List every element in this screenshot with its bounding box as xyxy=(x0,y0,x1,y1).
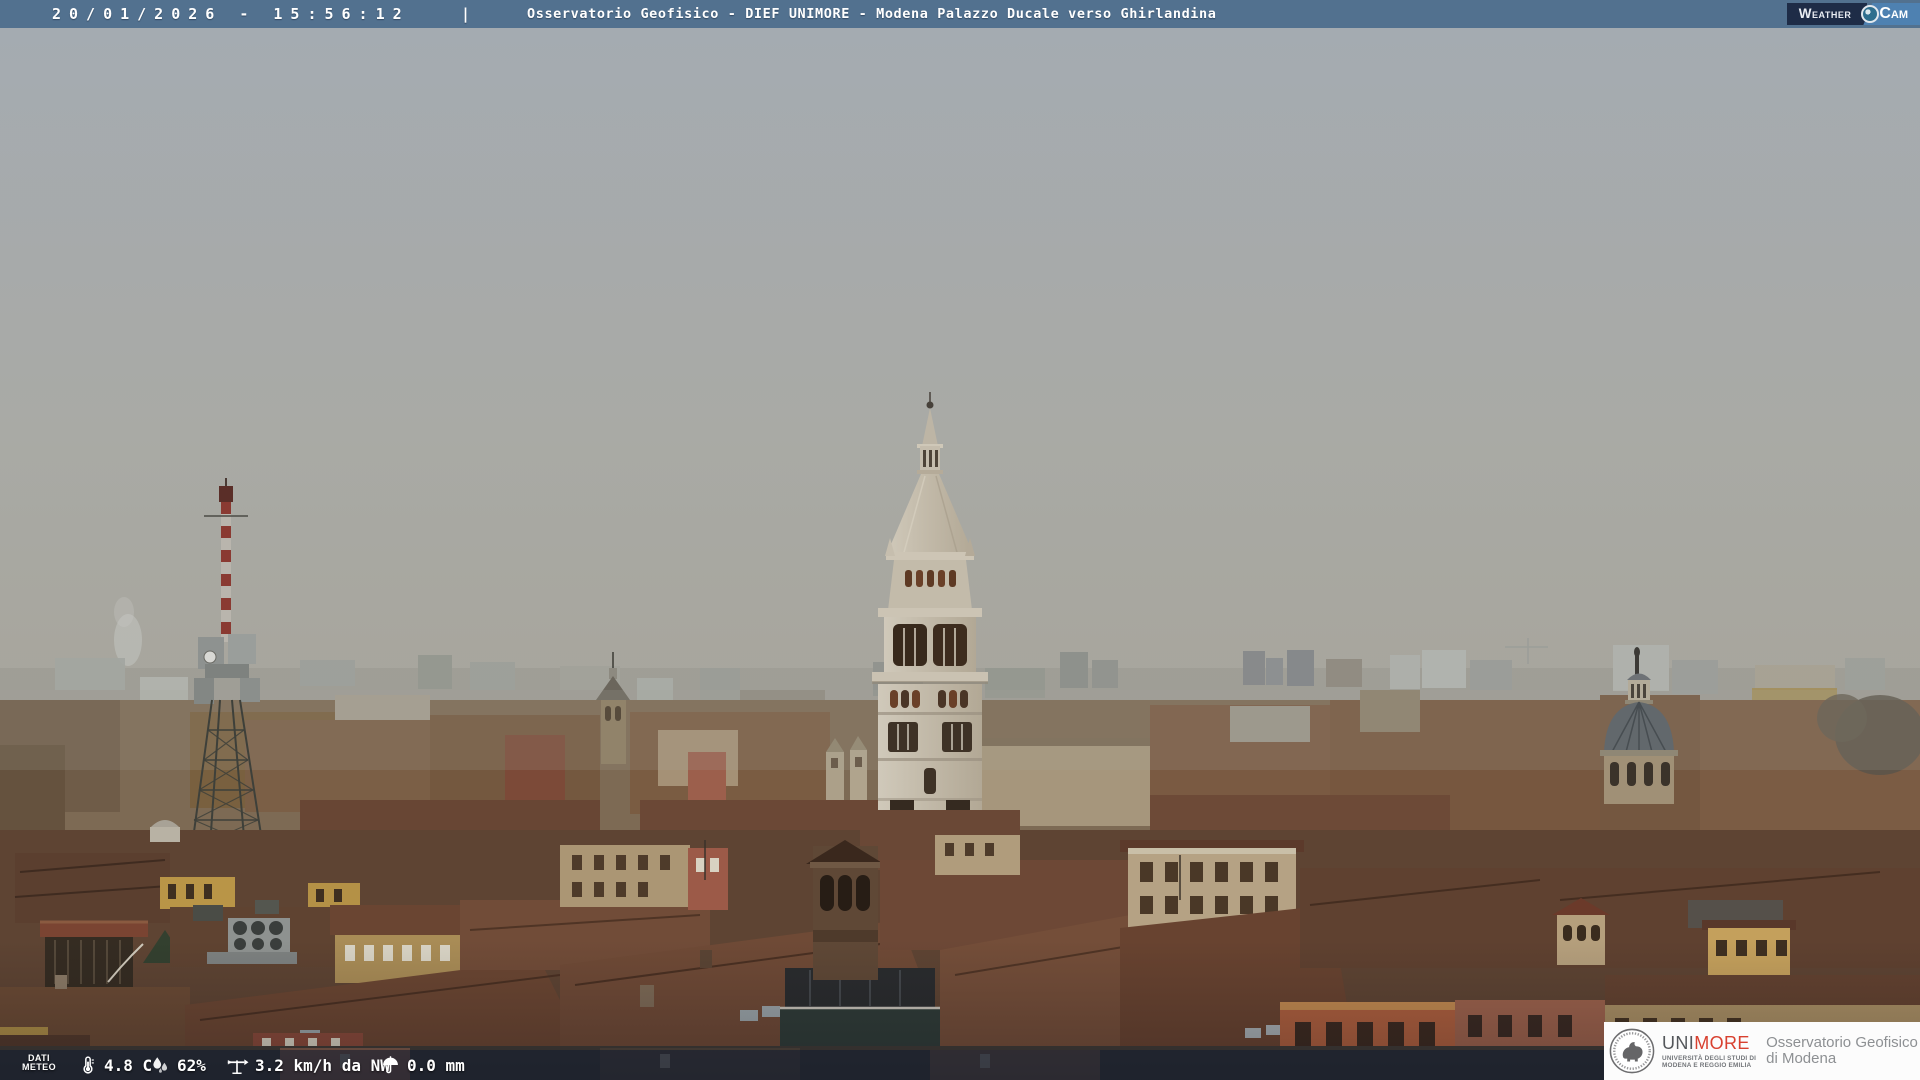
temperature-value: 4.8 C xyxy=(104,1055,153,1075)
weathercam-logo: Weather Cam xyxy=(1786,3,1920,25)
observatory-name-line2: di Modena xyxy=(1766,1050,1837,1067)
unimore-text-uni: UNI xyxy=(1662,1032,1695,1053)
observatory-name-line1: Osservatorio Geofisico xyxy=(1766,1033,1918,1051)
umbrella-icon xyxy=(383,1056,398,1074)
thermometer-icon xyxy=(83,1056,94,1074)
rain-reading: 0.0 mm xyxy=(380,1050,465,1080)
wind-value: 3.2 km/h da NW xyxy=(255,1055,390,1075)
antenna-dish xyxy=(203,650,217,664)
unimore-text-more: MORE xyxy=(1694,1032,1750,1053)
weather-bar-label: DATI METEO xyxy=(18,1054,60,1072)
humidity-value: 62% xyxy=(177,1055,206,1075)
observatory-name: Osservatorio Geofisico di Modena xyxy=(1766,1033,1918,1068)
humidity-reading: 62% xyxy=(149,1050,206,1080)
wind-reading: 3.2 km/h da NW xyxy=(225,1050,390,1080)
temperature-reading: 4.8 C xyxy=(78,1050,152,1080)
unimore-branding: UNIMORE UNIVERSITÀ DEGLI STUDI DI MODENA… xyxy=(1604,1022,1920,1080)
wind-vane-icon xyxy=(227,1059,249,1074)
header-separator: | xyxy=(461,5,471,23)
weather-bar-label-line2: METEO xyxy=(21,1062,56,1072)
rain-value: 0.0 mm xyxy=(407,1055,465,1075)
webcam-view: 20/01/2026 - 15:56:12 | Osservatorio Geo… xyxy=(0,0,1920,1080)
university-name-line1: UNIVERSITÀ DEGLI STUDI DI xyxy=(1662,1054,1757,1062)
humidity-icon xyxy=(153,1057,168,1073)
weathercam-globe-icon xyxy=(1860,5,1879,23)
weathercam-weather-label: Weather xyxy=(1786,3,1868,25)
page-title: Osservatorio Geofisico - DIEF UNIMORE - … xyxy=(527,6,1217,22)
header-bar: 20/01/2026 - 15:56:12 | Osservatorio Geo… xyxy=(0,0,1920,28)
city-photo xyxy=(0,0,1920,1080)
timestamp: 20/01/2026 - 15:56:12 xyxy=(52,5,410,23)
white-cupola xyxy=(150,827,180,842)
unimore-seal-logo xyxy=(1609,1028,1655,1074)
university-name-line2: MODENA E REGGIO EMILIA xyxy=(1662,1061,1752,1069)
unimore-wordmark: UNIMORE UNIVERSITÀ DEGLI STUDI DI MODENA… xyxy=(1662,1032,1757,1069)
